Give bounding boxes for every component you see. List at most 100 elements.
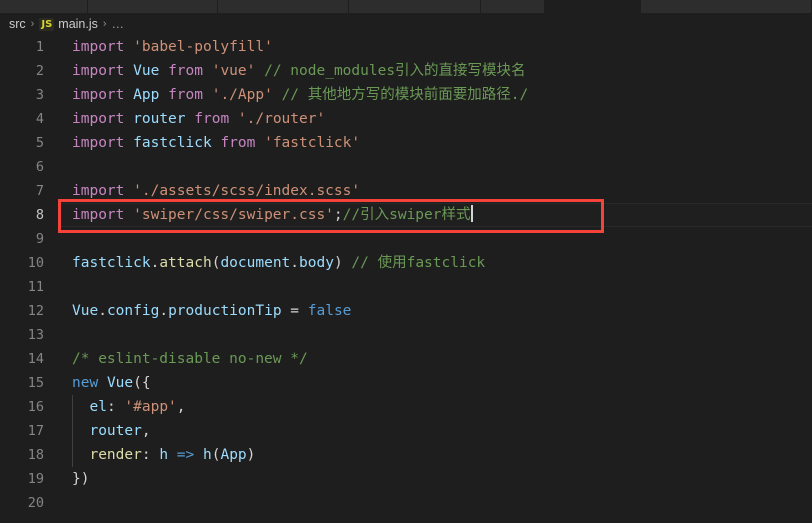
token-str: './assets/scss/index.scss' (133, 183, 361, 199)
token-plain: ) (333, 255, 343, 271)
code-line-20[interactable]: 20 (0, 491, 812, 515)
line-content-4[interactable]: import router from './router' (72, 107, 325, 131)
code-line-6[interactable]: 6 (0, 155, 812, 179)
code-line-16[interactable]: 16 el: '#app', (0, 395, 812, 419)
token-id: config (106, 303, 160, 319)
line-number-19: 19 (27, 471, 44, 487)
code-line-17[interactable]: 17 router, (0, 419, 812, 443)
line-content-18[interactable]: render: h => h(App) (72, 443, 255, 467)
token-id: Vue (72, 303, 99, 319)
token-kw: import (72, 39, 125, 55)
line-content-15[interactable]: new Vue({ (72, 371, 151, 395)
token-id: productionTip (168, 303, 282, 319)
code-line-11[interactable]: 11 (0, 275, 812, 299)
editor-tab-strip[interactable] (0, 0, 812, 13)
code-line-7[interactable]: 7 import './assets/scss/index.scss' (0, 179, 812, 203)
code-line-9[interactable]: 9 (0, 227, 812, 251)
code-line-13[interactable]: 13 (0, 323, 812, 347)
token-plain: . (98, 303, 107, 319)
token-op: = (290, 303, 300, 319)
line-content-3[interactable]: import App from './App' // 其他地方写的模块前面要加路… (72, 83, 528, 107)
token-plain: , (176, 399, 186, 415)
code-line-2[interactable]: 2 import Vue from 'vue' // node_modules引入… (0, 59, 812, 83)
token-id: fastclick (72, 255, 151, 271)
line-number-1: 1 (35, 39, 44, 55)
token-decl: false (307, 303, 352, 319)
breadcrumb-symbol-ellipsis[interactable]: … (112, 17, 125, 31)
token-fn: attach (159, 255, 212, 271)
token-str: 'fastclick' (264, 135, 361, 151)
code-line-14[interactable]: 14 /* eslint-disable no-new */ (0, 347, 812, 371)
code-line-1[interactable]: 1 import 'babel-polyfill' (0, 35, 812, 59)
token-id: App (133, 87, 160, 103)
line-number-3: 3 (35, 87, 44, 103)
token-plain: : (106, 399, 125, 415)
line-number-4: 4 (35, 111, 44, 127)
line-number-5: 5 (35, 135, 44, 151)
editor-tab-3[interactable] (349, 0, 481, 13)
line-number-9: 9 (35, 231, 44, 247)
line-content-2[interactable]: import Vue from 'vue' // node_modules引入的… (72, 59, 526, 83)
code-editor[interactable]: 1 import 'babel-polyfill' 2 import Vue from… (0, 35, 812, 523)
code-line-15[interactable]: 15 new Vue({ (0, 371, 812, 395)
code-line-12[interactable]: 12 Vue.config.productionTip = false (0, 299, 812, 323)
token-id: h (203, 447, 212, 463)
line-number-8: 8 (35, 207, 44, 223)
code-line-18[interactable]: 18 render: h => h(App) (0, 443, 812, 467)
line-number-13: 13 (27, 327, 44, 343)
code-line-4[interactable]: 4 import router from './router' (0, 107, 812, 131)
token-kw: import (72, 207, 125, 223)
editor-tab-2[interactable] (218, 0, 349, 13)
code-line-5[interactable]: 5 import fastclick from 'fastclick' (0, 131, 812, 155)
editor-tab-1[interactable] (88, 0, 218, 13)
token-id: App (220, 447, 247, 463)
line-number-10: 10 (27, 255, 44, 271)
line-content-10[interactable]: fastclick.attach(document.body) // 使用fas… (72, 251, 485, 275)
editor-tab-5[interactable] (545, 0, 641, 13)
line-content-16[interactable]: el: '#app', (72, 395, 186, 419)
code-line-8[interactable]: 8 import 'swiper/css/swiper.css';//引入swip… (0, 203, 812, 227)
editor-tab-6[interactable] (641, 0, 812, 13)
code-line-19[interactable]: 19}) (0, 467, 812, 491)
line-content-12[interactable]: Vue.config.productionTip = false (72, 299, 351, 323)
token-cmt: // 使用fastclick (351, 255, 486, 271)
chevron-right-icon-2: › (102, 18, 107, 30)
javascript-file-icon: JS (39, 17, 55, 31)
line-number-6: 6 (35, 159, 44, 175)
token-str: 'vue' (211, 63, 256, 79)
line-content-1[interactable]: import 'babel-polyfill' (72, 35, 273, 59)
breadcrumb[interactable]: src › JS main.js › … (0, 13, 812, 35)
editor-tab-4[interactable] (481, 0, 545, 13)
line-content-19[interactable]: }) (72, 467, 89, 491)
line-content-5[interactable]: import fastclick from 'fastclick' (72, 131, 360, 155)
token-id: Vue (133, 63, 160, 79)
line-content-17[interactable]: router, (72, 419, 150, 443)
code-line-3[interactable]: 3 import App from './App' // 其他地方写的模块前面要加… (0, 83, 812, 107)
line-number-12: 12 (27, 303, 44, 319)
token-plain: ({ (133, 375, 151, 391)
line-number-15: 15 (27, 375, 44, 391)
line-number-18: 18 (27, 447, 44, 463)
line-content-8[interactable]: import 'swiper/css/swiper.css';//引入swipe… (72, 203, 473, 227)
line-content-7[interactable]: import './assets/scss/index.scss' (72, 179, 360, 203)
editor-tab-0[interactable] (0, 0, 88, 13)
breadcrumb-folder-src[interactable]: src (9, 17, 26, 31)
token-cmt: //引入swiper样式 (342, 207, 471, 223)
line-content-14[interactable]: /* eslint-disable no-new */ (72, 347, 308, 371)
breadcrumb-file-mainjs[interactable]: main.js (58, 17, 98, 31)
token-kw: import (72, 87, 125, 103)
code-line-10[interactable]: 10 fastclick.attach(document.body) // 使用f… (0, 251, 812, 275)
